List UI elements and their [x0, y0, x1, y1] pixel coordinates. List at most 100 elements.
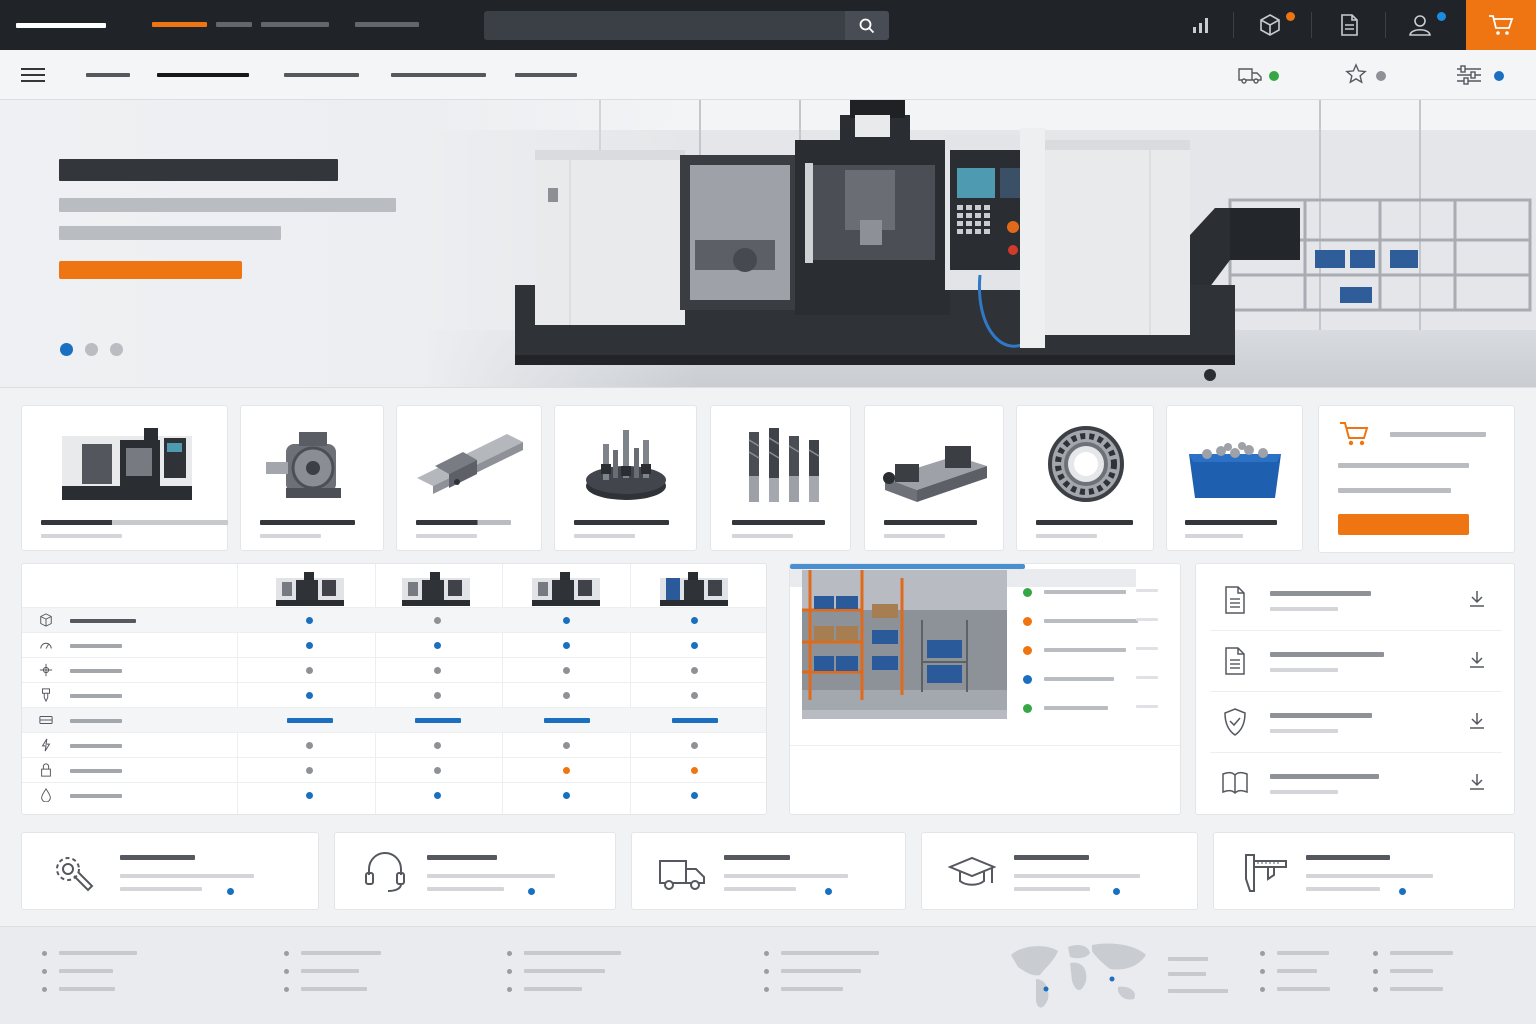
hero-banner[interactable] [0, 100, 1536, 388]
document-icon[interactable] [1336, 12, 1362, 38]
category-card-machine-vises[interactable] [864, 405, 1004, 551]
service-link-dot[interactable] [825, 888, 832, 895]
spec-label [70, 619, 136, 623]
comparison-row[interactable] [22, 657, 766, 682]
spec-value-dot [306, 792, 313, 799]
category-card-parts-bins[interactable] [1166, 405, 1303, 551]
spec-value-dot [691, 767, 698, 774]
service-card[interactable] [1213, 832, 1515, 910]
service-link-dot[interactable] [1399, 888, 1406, 895]
footer-link[interactable] [781, 951, 879, 955]
divider [1233, 12, 1234, 38]
service-card[interactable] [631, 832, 906, 910]
category-card-bearings[interactable] [1016, 405, 1154, 551]
logo[interactable] [16, 23, 106, 28]
footer-link[interactable] [301, 987, 367, 991]
nav-link[interactable] [355, 22, 419, 27]
hero-cta-button[interactable] [59, 261, 242, 279]
nav-link[interactable] [216, 22, 252, 27]
document-title [1270, 652, 1384, 657]
box-icon[interactable] [1257, 12, 1283, 38]
footer-link[interactable] [1390, 951, 1453, 955]
footer-link[interactable] [524, 969, 605, 973]
footer-link[interactable] [301, 969, 359, 973]
comparison-row[interactable] [22, 757, 766, 782]
document-title [1270, 774, 1379, 779]
category-link[interactable] [391, 73, 486, 77]
search-input[interactable] [484, 11, 889, 40]
service-card[interactable] [334, 832, 616, 910]
document-row[interactable] [1210, 753, 1502, 814]
comparison-row[interactable] [22, 782, 766, 807]
category-link[interactable] [86, 73, 130, 77]
category-card-tool-holders[interactable] [554, 405, 697, 551]
footer-link[interactable] [524, 987, 582, 991]
nav-link-active[interactable] [152, 22, 207, 27]
star-icon[interactable] [1345, 63, 1369, 87]
nav-link[interactable] [261, 22, 329, 27]
compare-machine-thumbnail[interactable] [658, 570, 730, 608]
footer-link[interactable] [301, 951, 381, 955]
comparison-row[interactable] [22, 732, 766, 757]
stock-item-qty [1136, 618, 1158, 621]
comparison-row[interactable] [22, 632, 766, 657]
carousel-dot[interactable] [110, 343, 123, 356]
service-link-dot[interactable] [1113, 888, 1120, 895]
footer-link[interactable] [59, 987, 115, 991]
comparison-row[interactable] [22, 707, 766, 732]
bar-chart-icon[interactable] [1188, 12, 1214, 38]
category-card-gearboxes[interactable] [240, 405, 384, 551]
document-meta [1270, 790, 1338, 794]
category-card-linear-guides[interactable] [396, 405, 542, 551]
compare-machine-thumbnail[interactable] [530, 570, 602, 608]
comparison-row[interactable] [22, 682, 766, 707]
footer-link[interactable] [781, 987, 843, 991]
stock-item-label [1044, 619, 1138, 623]
footer-link[interactable] [59, 969, 113, 973]
footer-link[interactable] [1277, 987, 1330, 991]
warehouse-image[interactable] [802, 570, 1007, 719]
quick-order-button[interactable] [1338, 514, 1469, 535]
spec-value-bar [287, 718, 333, 723]
category-link-active[interactable] [157, 73, 249, 77]
footer-link[interactable] [59, 951, 137, 955]
spec-value-bar [544, 718, 590, 723]
user-icon[interactable] [1407, 12, 1433, 38]
service-link-dot[interactable] [227, 888, 234, 895]
footer-link-bullet [1260, 987, 1265, 992]
footer-link[interactable] [524, 951, 621, 955]
footer-link[interactable] [1277, 951, 1329, 955]
footer-region-label [1168, 957, 1208, 961]
service-description [120, 887, 202, 891]
footer-link[interactable] [1390, 987, 1443, 991]
sliders-icon[interactable] [1456, 63, 1481, 87]
category-card-cnc-machines[interactable] [21, 405, 228, 551]
document-row[interactable] [1210, 631, 1502, 692]
service-link-dot[interactable] [528, 888, 535, 895]
comparison-row[interactable] [22, 607, 766, 632]
truck-icon[interactable] [1238, 63, 1262, 87]
service-card[interactable] [21, 832, 319, 910]
cart-button[interactable] [1466, 0, 1536, 50]
footer-link[interactable] [1277, 969, 1317, 973]
compare-machine-thumbnail[interactable] [274, 570, 346, 608]
quick-order-card[interactable] [1318, 405, 1515, 553]
service-title [724, 855, 790, 860]
document-row[interactable] [1210, 692, 1502, 753]
ball-bearing-icon [1048, 426, 1124, 502]
category-link[interactable] [515, 73, 577, 77]
footer-link[interactable] [781, 969, 861, 973]
footer-link[interactable] [1390, 969, 1433, 973]
carousel-dot[interactable] [85, 343, 98, 356]
service-card[interactable] [921, 832, 1198, 910]
search-button[interactable] [845, 11, 889, 40]
category-card-end-mills[interactable] [710, 405, 851, 551]
stock-item-qty [1136, 705, 1158, 708]
spec-value-dot [434, 617, 441, 624]
carousel-dot-active[interactable] [60, 343, 73, 356]
compare-machine-thumbnail[interactable] [400, 570, 472, 608]
hamburger-menu-icon[interactable] [21, 63, 45, 87]
document-row[interactable] [1210, 570, 1502, 631]
category-link[interactable] [284, 73, 359, 77]
spec-value-dot [563, 667, 570, 674]
